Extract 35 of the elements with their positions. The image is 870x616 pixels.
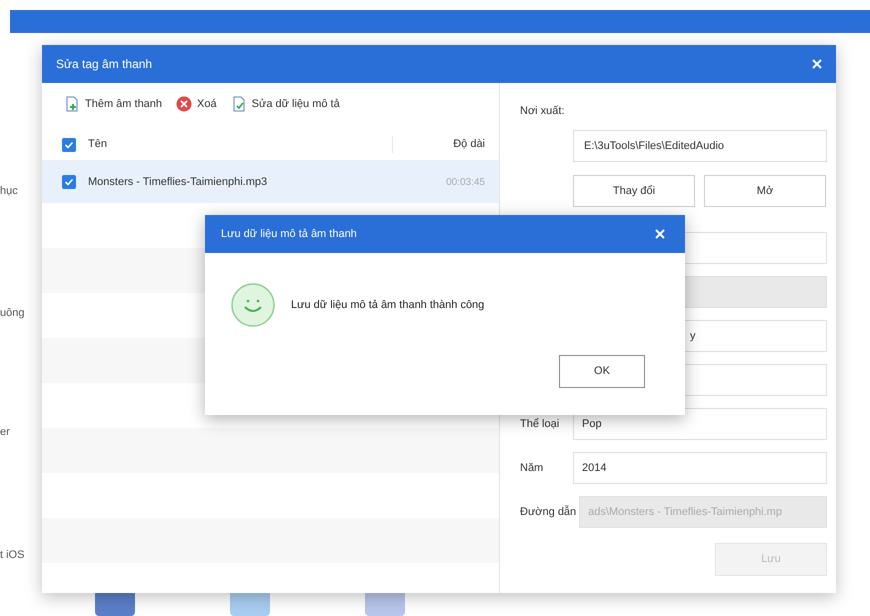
ok-button[interactable]: OK: [559, 355, 645, 388]
toolbar-button[interactable]: Xoá: [176, 96, 217, 112]
smiley-icon: [231, 283, 275, 327]
checkbox[interactable]: [62, 138, 76, 152]
field-label: Thể loại: [520, 416, 560, 432]
sidebar-item[interactable]: er: [0, 424, 10, 440]
column-header[interactable]: Độ dài: [392, 136, 485, 153]
sidebar-item[interactable]: uông: [0, 305, 24, 322]
input-field[interactable]: Pop: [573, 408, 827, 440]
file-name: Monsters - Timeflies-Taimienphi.mp3: [88, 174, 268, 190]
close-icon[interactable]: [812, 59, 822, 69]
action-button[interactable]: Mở: [704, 175, 826, 207]
field-label: Nơi xuất:: [520, 104, 566, 119]
output-path-field[interactable]: E:\3uTools\Files\EditedAudio: [573, 130, 827, 162]
toolbar-button[interactable]: Sửa dữ liệu mô tả: [230, 96, 340, 112]
dialog-title: Lưu dữ liệu mô tả âm thanh: [221, 226, 357, 242]
checkmark-icon: [64, 177, 74, 187]
file-duration: 00:03:45: [446, 176, 485, 190]
dialog-title: Sửa tag âm thanh: [56, 56, 152, 73]
checkbox[interactable]: [62, 175, 76, 189]
delete-icon: [176, 96, 192, 112]
edit-file-icon: [230, 96, 247, 112]
file-row[interactable]: Monsters - Timeflies-Taimienphi.mp3 00:03:45: [42, 161, 499, 203]
field-label: Năm: [520, 460, 544, 476]
close-icon[interactable]: [655, 229, 665, 239]
input-field[interactable]: 2014: [573, 452, 827, 484]
message-text: Lưu dữ liệu mô tả âm thanh thành công: [291, 298, 484, 313]
sidebar-item[interactable]: hục: [0, 183, 18, 200]
checkmark-icon: [64, 140, 74, 150]
sidebar-item[interactable]: t iOS: [0, 547, 24, 564]
toolbar-button[interactable]: Thêm âm thanh: [64, 96, 162, 112]
field-label: Đường dẫn: [520, 504, 578, 520]
action-button[interactable]: Thay đổi: [573, 175, 695, 207]
add-file-icon: [64, 96, 80, 112]
column-header[interactable]: Tên: [88, 136, 392, 153]
